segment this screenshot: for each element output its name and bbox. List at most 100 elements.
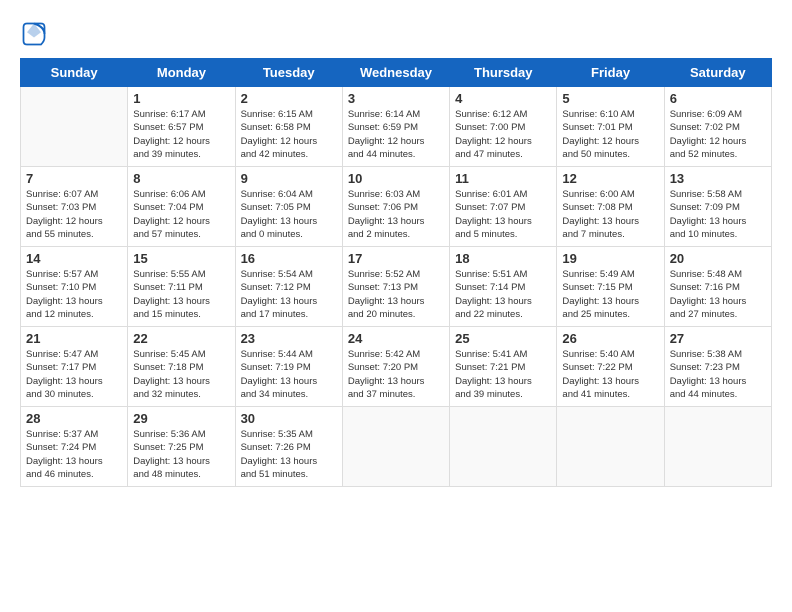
- day-cell: 29 Sunrise: 5:36 AM Sunset: 7:25 PM Dayli…: [128, 407, 235, 487]
- day-info: Sunrise: 5:37 AM Sunset: 7:24 PM Dayligh…: [26, 428, 122, 481]
- day-info: Sunrise: 5:52 AM Sunset: 7:13 PM Dayligh…: [348, 268, 444, 321]
- day-cell: 16Sunrise: 5:54 AM Sunset: 7:12 PM Dayli…: [235, 247, 342, 327]
- day-cell: 11 Sunrise: 6:01 AM Sunset: 7:07 PM Dayli…: [450, 167, 557, 247]
- day-cell: 12 Sunrise: 6:00 AM Sunset: 7:08 PM Dayli…: [557, 167, 664, 247]
- col-header-wednesday: Wednesday: [342, 59, 449, 87]
- day-number: 8: [133, 171, 229, 186]
- day-cell: 25 Sunrise: 5:41 AM Sunset: 7:21 PM Dayli…: [450, 327, 557, 407]
- day-info: Sunrise: 6:12 AM Sunset: 7:00 PM Dayligh…: [455, 108, 551, 161]
- day-info: Sunrise: 6:15 AM Sunset: 6:58 PM Dayligh…: [241, 108, 337, 161]
- day-info: Sunrise: 6:04 AM Sunset: 7:05 PM Dayligh…: [241, 188, 337, 241]
- day-cell: [557, 407, 664, 487]
- day-cell: 3 Sunrise: 6:14 AM Sunset: 6:59 PM Daylig…: [342, 87, 449, 167]
- day-number: 3: [348, 91, 444, 106]
- day-number: 2: [241, 91, 337, 106]
- day-cell: 5 Sunrise: 6:10 AM Sunset: 7:01 PM Daylig…: [557, 87, 664, 167]
- calendar-table: SundayMondayTuesdayWednesdayThursdayFrid…: [20, 58, 772, 487]
- day-info: Sunrise: 6:01 AM Sunset: 7:07 PM Dayligh…: [455, 188, 551, 241]
- week-row-5: 28 Sunrise: 5:37 AM Sunset: 7:24 PM Dayli…: [21, 407, 772, 487]
- day-cell: 23 Sunrise: 5:44 AM Sunset: 7:19 PM Dayli…: [235, 327, 342, 407]
- day-number: 20: [670, 251, 766, 266]
- col-header-thursday: Thursday: [450, 59, 557, 87]
- day-cell: 22 Sunrise: 5:45 AM Sunset: 7:18 PM Dayli…: [128, 327, 235, 407]
- day-number: 4: [455, 91, 551, 106]
- day-cell: 21 Sunrise: 5:47 AM Sunset: 7:17 PM Dayli…: [21, 327, 128, 407]
- day-number: 29: [133, 411, 229, 426]
- day-number: 9: [241, 171, 337, 186]
- week-row-4: 21 Sunrise: 5:47 AM Sunset: 7:17 PM Dayli…: [21, 327, 772, 407]
- day-number: 21: [26, 331, 122, 346]
- col-header-sunday: Sunday: [21, 59, 128, 87]
- day-number: 1: [133, 91, 229, 106]
- day-number: 28: [26, 411, 122, 426]
- day-cell: [21, 87, 128, 167]
- day-number: 17: [348, 251, 444, 266]
- day-number: 14: [26, 251, 122, 266]
- col-header-saturday: Saturday: [664, 59, 771, 87]
- day-cell: 30 Sunrise: 5:35 AM Sunset: 7:26 PM Dayli…: [235, 407, 342, 487]
- day-number: 10: [348, 171, 444, 186]
- day-number: 23: [241, 331, 337, 346]
- day-cell: 19 Sunrise: 5:49 AM Sunset: 7:15 PM Dayli…: [557, 247, 664, 327]
- day-info: Sunrise: 5:48 AM Sunset: 7:16 PM Dayligh…: [670, 268, 766, 321]
- day-info: Sunrise: 5:41 AM Sunset: 7:21 PM Dayligh…: [455, 348, 551, 401]
- day-number: 15: [133, 251, 229, 266]
- day-info: Sunrise: 6:07 AM Sunset: 7:03 PM Dayligh…: [26, 188, 122, 241]
- day-info: Sunrise: 6:09 AM Sunset: 7:02 PM Dayligh…: [670, 108, 766, 161]
- day-cell: [664, 407, 771, 487]
- day-cell: 9 Sunrise: 6:04 AM Sunset: 7:05 PM Daylig…: [235, 167, 342, 247]
- day-cell: 18Sunrise: 5:51 AM Sunset: 7:14 PM Dayli…: [450, 247, 557, 327]
- day-info: Sunrise: 6:14 AM Sunset: 6:59 PM Dayligh…: [348, 108, 444, 161]
- day-info: Sunrise: 6:10 AM Sunset: 7:01 PM Dayligh…: [562, 108, 658, 161]
- day-info: Sunrise: 5:40 AM Sunset: 7:22 PM Dayligh…: [562, 348, 658, 401]
- day-info: Sunrise: 5:45 AM Sunset: 7:18 PM Dayligh…: [133, 348, 229, 401]
- day-info: Sunrise: 5:38 AM Sunset: 7:23 PM Dayligh…: [670, 348, 766, 401]
- day-cell: 13 Sunrise: 5:58 AM Sunset: 7:09 PM Dayli…: [664, 167, 771, 247]
- day-info: Sunrise: 5:42 AM Sunset: 7:20 PM Dayligh…: [348, 348, 444, 401]
- day-cell: 6Sunrise: 6:09 AM Sunset: 7:02 PM Daylig…: [664, 87, 771, 167]
- day-cell: [342, 407, 449, 487]
- day-info: Sunrise: 6:06 AM Sunset: 7:04 PM Dayligh…: [133, 188, 229, 241]
- col-header-monday: Monday: [128, 59, 235, 87]
- day-cell: 7Sunrise: 6:07 AM Sunset: 7:03 PM Daylig…: [21, 167, 128, 247]
- week-row-1: 1Sunrise: 6:17 AM Sunset: 6:57 PM Daylig…: [21, 87, 772, 167]
- day-info: Sunrise: 5:44 AM Sunset: 7:19 PM Dayligh…: [241, 348, 337, 401]
- day-number: 19: [562, 251, 658, 266]
- day-cell: 2 Sunrise: 6:15 AM Sunset: 6:58 PM Daylig…: [235, 87, 342, 167]
- day-info: Sunrise: 5:49 AM Sunset: 7:15 PM Dayligh…: [562, 268, 658, 321]
- day-cell: 17 Sunrise: 5:52 AM Sunset: 7:13 PM Dayli…: [342, 247, 449, 327]
- col-header-tuesday: Tuesday: [235, 59, 342, 87]
- day-info: Sunrise: 5:36 AM Sunset: 7:25 PM Dayligh…: [133, 428, 229, 481]
- day-cell: 20 Sunrise: 5:48 AM Sunset: 7:16 PM Dayli…: [664, 247, 771, 327]
- day-info: Sunrise: 5:55 AM Sunset: 7:11 PM Dayligh…: [133, 268, 229, 321]
- logo: [20, 20, 52, 48]
- day-number: 30: [241, 411, 337, 426]
- day-number: 12: [562, 171, 658, 186]
- day-info: Sunrise: 5:51 AM Sunset: 7:14 PM Dayligh…: [455, 268, 551, 321]
- logo-icon: [20, 20, 48, 48]
- week-row-3: 14Sunrise: 5:57 AM Sunset: 7:10 PM Dayli…: [21, 247, 772, 327]
- day-number: 5: [562, 91, 658, 106]
- day-info: Sunrise: 5:35 AM Sunset: 7:26 PM Dayligh…: [241, 428, 337, 481]
- day-cell: 8 Sunrise: 6:06 AM Sunset: 7:04 PM Daylig…: [128, 167, 235, 247]
- day-number: 13: [670, 171, 766, 186]
- day-info: Sunrise: 5:58 AM Sunset: 7:09 PM Dayligh…: [670, 188, 766, 241]
- calendar-header-row: SundayMondayTuesdayWednesdayThursdayFrid…: [21, 59, 772, 87]
- day-cell: 14Sunrise: 5:57 AM Sunset: 7:10 PM Dayli…: [21, 247, 128, 327]
- day-cell: 24 Sunrise: 5:42 AM Sunset: 7:20 PM Dayli…: [342, 327, 449, 407]
- day-cell: 4 Sunrise: 6:12 AM Sunset: 7:00 PM Daylig…: [450, 87, 557, 167]
- day-info: Sunrise: 6:00 AM Sunset: 7:08 PM Dayligh…: [562, 188, 658, 241]
- day-cell: [450, 407, 557, 487]
- day-number: 22: [133, 331, 229, 346]
- day-number: 11: [455, 171, 551, 186]
- day-number: 24: [348, 331, 444, 346]
- day-number: 16: [241, 251, 337, 266]
- day-info: Sunrise: 5:47 AM Sunset: 7:17 PM Dayligh…: [26, 348, 122, 401]
- week-row-2: 7Sunrise: 6:07 AM Sunset: 7:03 PM Daylig…: [21, 167, 772, 247]
- day-number: 26: [562, 331, 658, 346]
- col-header-friday: Friday: [557, 59, 664, 87]
- day-cell: 1Sunrise: 6:17 AM Sunset: 6:57 PM Daylig…: [128, 87, 235, 167]
- day-number: 25: [455, 331, 551, 346]
- day-number: 27: [670, 331, 766, 346]
- day-info: Sunrise: 6:03 AM Sunset: 7:06 PM Dayligh…: [348, 188, 444, 241]
